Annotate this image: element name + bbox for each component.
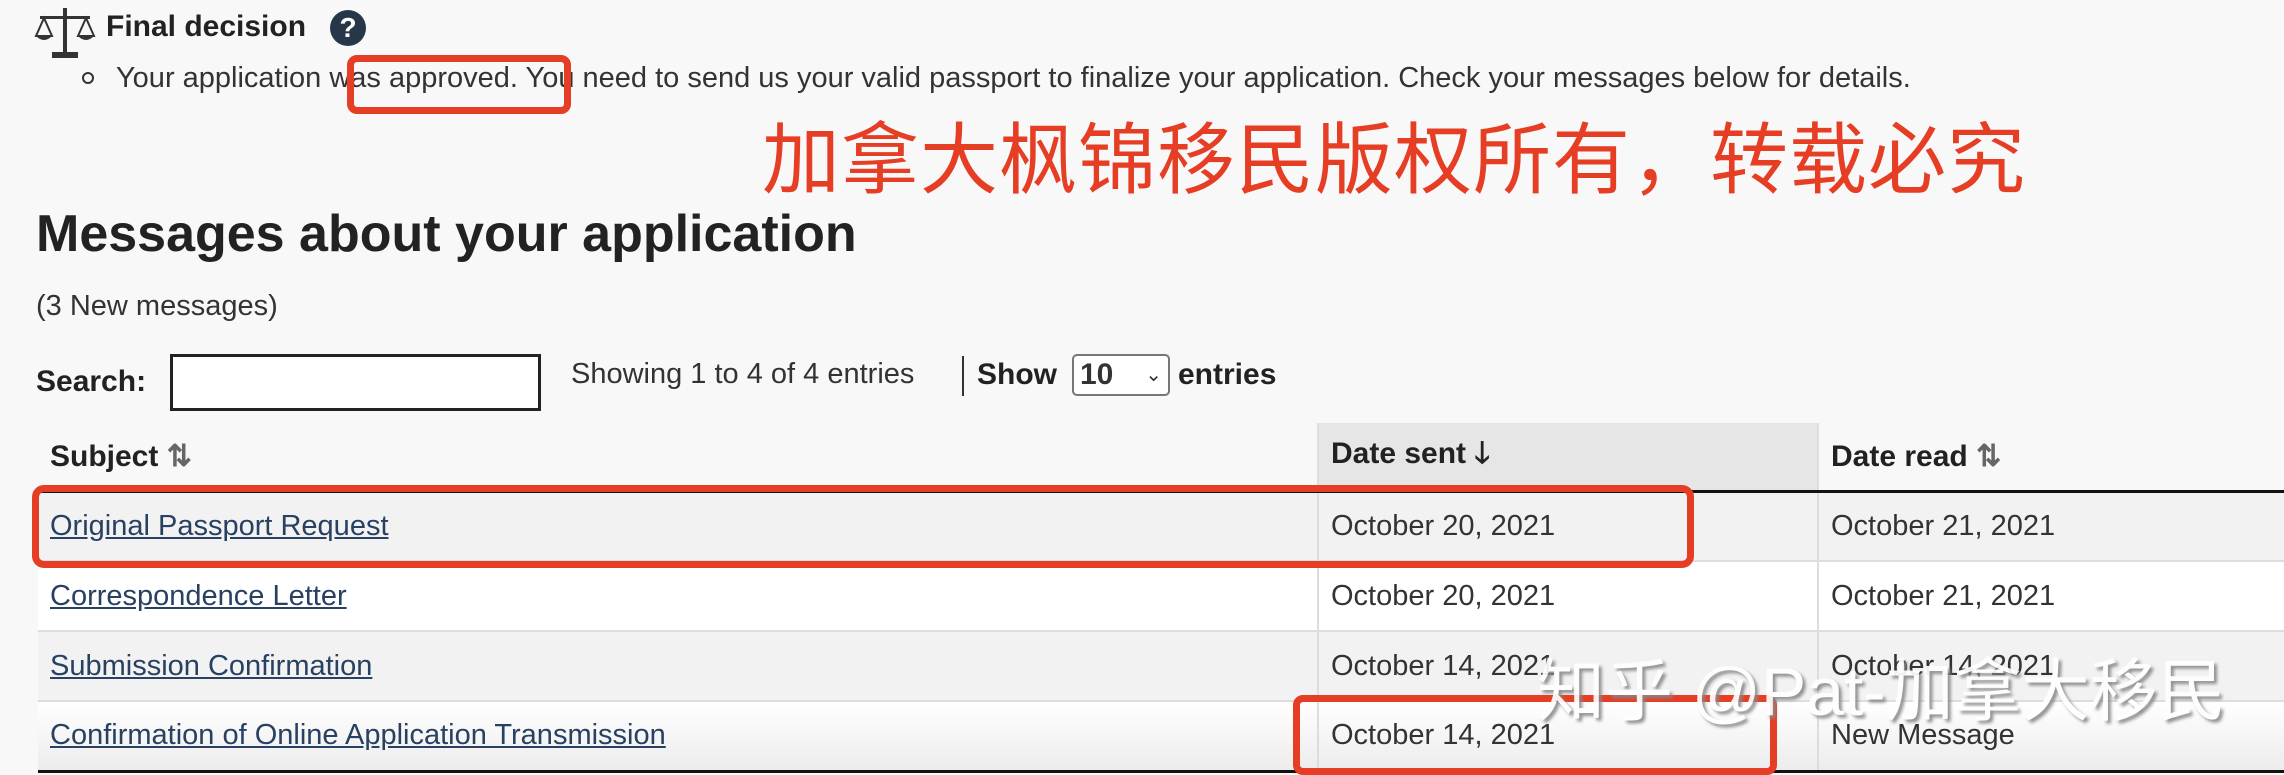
sort-icon: ⇅: [166, 439, 192, 473]
question-circle-icon[interactable]: ?: [330, 10, 366, 46]
date-sent: October 20, 2021: [1318, 561, 1819, 632]
copyright-annotation: 加拿大枫锦移民版权所有，转载必究: [762, 116, 2027, 204]
message-link[interactable]: Correspondence Letter: [50, 580, 347, 612]
sort-icon: ⇅: [1976, 439, 2002, 473]
message-link[interactable]: Submission Confirmation: [50, 650, 372, 682]
date-read: October 21, 2021: [1818, 561, 2284, 632]
sort-descending-icon: 🡓: [1474, 436, 1490, 470]
final-decision-title: Final decision: [106, 10, 307, 43]
search-label: Search:: [36, 365, 147, 398]
column-header-date-read[interactable]: Date read ⇅: [1818, 423, 2284, 493]
scales-icon: [34, 8, 96, 58]
entries-info: Showing 1 to 4 of 4 entries: [571, 358, 915, 390]
page-title: Messages about your application: [36, 205, 857, 263]
page-size-value: 10: [1080, 358, 1114, 391]
table-row: Correspondence Letter October 20, 2021 Oct…: [38, 561, 2284, 632]
message-link[interactable]: Confirmation of Online Application Trans…: [50, 719, 666, 751]
divider: [962, 356, 964, 396]
chevron-down-icon: ⌄: [1145, 364, 1162, 386]
bullet-icon: [82, 72, 94, 84]
column-header-date-sent[interactable]: Date sent 🡓: [1318, 423, 1819, 493]
watermark: 知乎 @Pat-加拿大移民: [1537, 654, 2226, 730]
entries-label: entries: [1178, 358, 1277, 391]
highlight-box-passport-request: [32, 485, 1694, 568]
show-label: Show: [977, 358, 1057, 391]
column-header-subject[interactable]: Subject ⇅: [38, 423, 1319, 493]
search-input[interactable]: [170, 354, 541, 411]
new-messages-count: (3 New messages): [36, 290, 278, 322]
date-read: October 21, 2021: [1818, 491, 2284, 562]
highlight-box-approved: [347, 55, 571, 114]
page-size-select[interactable]: 10 ⌄: [1072, 354, 1170, 396]
